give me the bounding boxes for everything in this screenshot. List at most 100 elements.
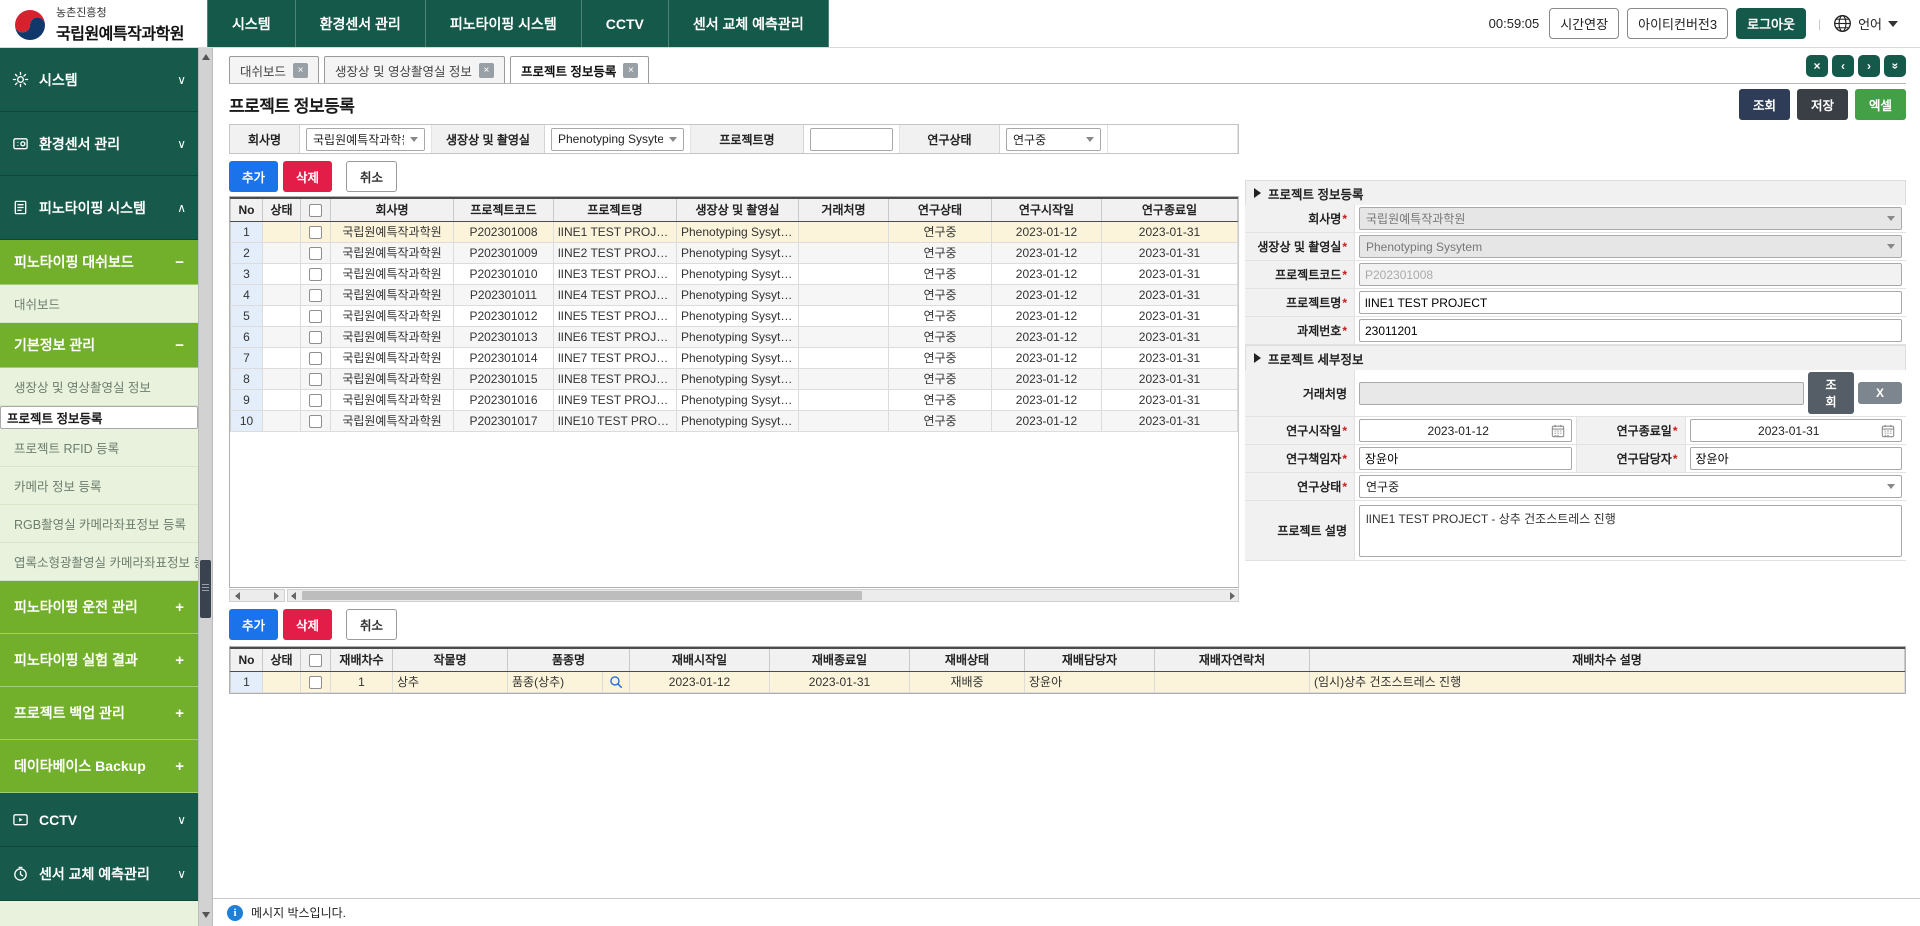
row-checkbox[interactable] (309, 331, 322, 344)
grid2-add-button[interactable]: 추가 (229, 609, 278, 640)
row-checkbox[interactable] (309, 247, 322, 260)
extend-time-button[interactable]: 시간연장 (1549, 8, 1619, 39)
filter-input-3[interactable] (810, 128, 893, 151)
grid1-cell[interactable] (301, 221, 331, 242)
tab-close-icon[interactable]: × (623, 63, 638, 78)
tab-2[interactable]: 생장상 및 영상촬영실 정보× (324, 56, 505, 83)
grid1-cell[interactable] (301, 326, 331, 347)
grid1-cell[interactable] (301, 389, 331, 410)
save-button[interactable]: 저장 (1797, 89, 1848, 120)
grid1-horizontal-scrollbar[interactable] (229, 589, 1239, 602)
scroll-left-icon[interactable] (235, 592, 240, 600)
sidebar-item-18[interactable]: 센서 교체 예측관리∨ (0, 847, 198, 901)
tab-close-icon[interactable]: × (293, 63, 308, 78)
sidebar-item-17[interactable]: CCTV∨ (0, 793, 198, 847)
sidebar-section-14[interactable]: 피노타이핑 실험 결과+ (0, 634, 198, 687)
sidebar-subitem-5[interactable]: 대쉬보드 (0, 285, 198, 323)
grid1-cell[interactable] (301, 368, 331, 389)
scrollbar-thumb[interactable] (302, 591, 862, 600)
grid1-cell[interactable] (301, 410, 331, 431)
language-selector[interactable]: 언어 (1833, 14, 1898, 33)
sidebar-section-6[interactable]: 기본정보 관리− (0, 323, 198, 368)
research-manager-input[interactable] (1690, 447, 1903, 470)
project-name-input[interactable] (1359, 291, 1902, 314)
research-start-date[interactable]: 2023-01-12 (1359, 419, 1572, 442)
client-search-button[interactable]: 조회 (1808, 372, 1854, 414)
sidebar-subitem-11[interactable]: RGB촬영실 카메라좌표정보 등록 (0, 505, 198, 543)
org-logo[interactable]: 농촌진흥청 국립원예특작과학원 (0, 0, 207, 47)
sidebar-subitem-8[interactable]: 프로젝트 정보등록 (0, 406, 198, 429)
sidebar-subitem-9[interactable]: 프로젝트 RFID 등록 (0, 429, 198, 467)
sidebar-section-15[interactable]: 프로젝트 백업 관리+ (0, 687, 198, 740)
row-checkbox[interactable] (309, 373, 322, 386)
research-end-date[interactable]: 2023-01-31 (1690, 419, 1903, 442)
sidebar-section-16[interactable]: 데이타베이스 Backup+ (0, 740, 198, 793)
query-button[interactable]: 조회 (1739, 89, 1790, 120)
tab-list-button[interactable]: » (1884, 55, 1906, 77)
scroll-up-icon[interactable] (202, 54, 210, 60)
logout-button[interactable]: 로그아웃 (1736, 8, 1806, 39)
sidebar-scrollbar-thumb[interactable] (200, 560, 211, 618)
calendar-icon[interactable] (1551, 424, 1565, 438)
sidebar-subitem-7[interactable]: 생장상 및 영상촬영실 정보 (0, 368, 198, 406)
table-row[interactable]: 8국립원예특작과학원P202301015lINE8 TEST PROJECTPh… (231, 368, 1238, 389)
sidebar-subitem-10[interactable]: 카메라 정보 등록 (0, 467, 198, 505)
grid1-cell[interactable] (301, 242, 331, 263)
scroll-left-icon[interactable] (291, 592, 296, 600)
main-pane-scrollbar[interactable] (287, 589, 1239, 602)
filter-select-1[interactable]: 국립원예특작과학원 (306, 128, 425, 151)
client-clear-button[interactable]: X (1858, 382, 1902, 404)
row-checkbox[interactable] (309, 676, 322, 689)
grid1-cell[interactable] (301, 305, 331, 326)
main-nav-item-1[interactable]: 시스템 (207, 0, 296, 47)
sidebar-item-3[interactable]: 피노타이핑 시스템∧ (0, 176, 198, 240)
row-checkbox[interactable] (309, 268, 322, 281)
grid2-cancel-button[interactable]: 취소 (346, 609, 397, 640)
user-account-button[interactable]: 아이티컨버전3 (1627, 8, 1728, 39)
main-nav-item-5[interactable]: 센서 교체 예측관리 (669, 0, 829, 47)
sidebar-item-2[interactable]: 환경센서 관리∨ (0, 112, 198, 176)
row-checkbox[interactable] (309, 352, 322, 365)
grid1-cell[interactable] (301, 347, 331, 368)
grid1-cell[interactable] (301, 263, 331, 284)
scroll-right-icon[interactable] (1230, 592, 1235, 600)
grid2-cell[interactable] (301, 671, 331, 692)
sidebar-item-1[interactable]: 시스템∨ (0, 48, 198, 112)
filter-select-2[interactable]: Phenotyping Sysytem (551, 128, 684, 151)
table-row[interactable]: 7국립원예특작과학원P202301014lINE7 TEST PROJECTPh… (231, 347, 1238, 368)
select-all-checkbox[interactable] (309, 204, 322, 217)
tab-1[interactable]: 대쉬보드× (229, 56, 319, 83)
excel-button[interactable]: 엑셀 (1855, 89, 1906, 120)
select-all-checkbox[interactable] (309, 654, 322, 667)
main-nav-item-4[interactable]: CCTV (582, 0, 669, 47)
row-checkbox[interactable] (309, 415, 322, 428)
project-description-textarea[interactable] (1359, 505, 1902, 557)
table-row[interactable]: 9국립원예특작과학원P202301016lINE9 TEST PROJECTPh… (231, 389, 1238, 410)
close-all-tabs-button[interactable]: × (1806, 55, 1828, 77)
prev-tab-button[interactable]: ‹ (1832, 55, 1854, 77)
grid1-cancel-button[interactable]: 취소 (346, 161, 397, 192)
task-number-input[interactable] (1359, 319, 1902, 342)
research-state-select[interactable]: 연구중 (1359, 475, 1902, 498)
grid2-delete-button[interactable]: 삭제 (283, 609, 332, 640)
tab-close-icon[interactable]: × (479, 63, 494, 78)
search-magnifier-icon[interactable] (609, 675, 623, 689)
row-checkbox[interactable] (309, 226, 322, 239)
table-row[interactable]: 6국립원예특작과학원P202301013lINE6 TEST PROJECTPh… (231, 326, 1238, 347)
next-tab-button[interactable]: › (1858, 55, 1880, 77)
row-checkbox[interactable] (309, 310, 322, 323)
grid1-delete-button[interactable]: 삭제 (283, 161, 332, 192)
main-nav-item-3[interactable]: 피노타이핑 시스템 (426, 0, 582, 47)
grid1-vertical-scrollbar[interactable] (1238, 197, 1239, 587)
calendar-icon[interactable] (1881, 424, 1895, 438)
sidebar-scrollbar[interactable] (198, 48, 213, 926)
sidebar-section-13[interactable]: 피노타이핑 운전 관리+ (0, 581, 198, 634)
scroll-right-icon[interactable] (274, 592, 279, 600)
filter-select-4[interactable]: 연구중 (1006, 128, 1101, 151)
sidebar-subitem-12[interactable]: 엽록소형광촬영실 카메라좌표정보 등록 (0, 543, 198, 581)
table-row[interactable]: 3국립원예특작과학원P202301010lINE3 TEST PROJECTPh… (231, 263, 1238, 284)
main-nav-item-2[interactable]: 환경센서 관리 (296, 0, 426, 47)
row-checkbox[interactable] (309, 289, 322, 302)
table-row[interactable]: 2국립원예특작과학원P202301009lINE2 TEST PROJECTPh… (231, 242, 1238, 263)
table-row[interactable]: 10국립원예특작과학원P202301017lINE10 TEST PROJECT… (231, 410, 1238, 431)
